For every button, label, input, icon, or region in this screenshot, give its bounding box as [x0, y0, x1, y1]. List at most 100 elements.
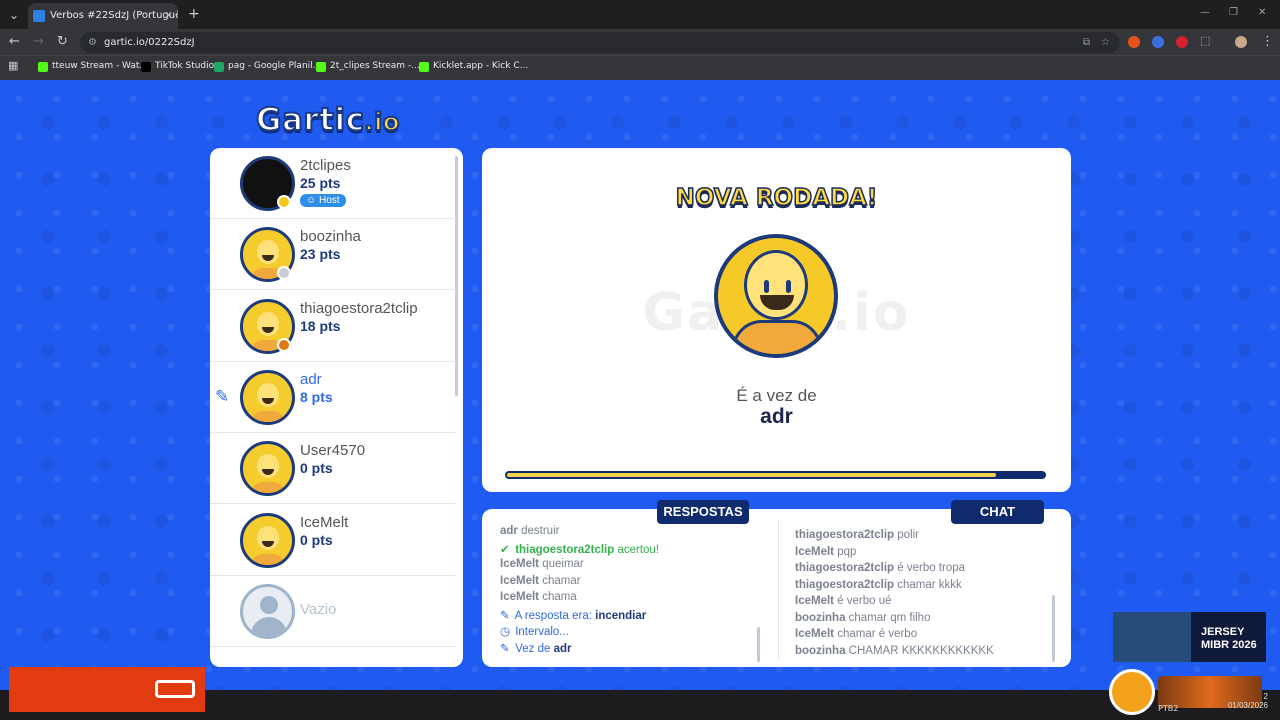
- chat-message: thiagoestora2tclip polir: [795, 529, 919, 541]
- chat-message: thiagoestora2tclip chamar kkkk: [795, 578, 962, 591]
- profile-avatar[interactable]: [1235, 36, 1247, 48]
- toolbar: ← → ↻ ⚙ gartic.io/0222SdzJ ⧉ ☆ ⬚ ⋮: [0, 29, 1280, 55]
- player-row[interactable]: ✎ adr 8 pts: [210, 362, 456, 433]
- address-bar[interactable]: ⚙ gartic.io/0222SdzJ ⧉ ☆: [80, 32, 1120, 53]
- player-name: boozinha: [300, 228, 361, 246]
- bookmark-item[interactable]: tteuw Stream - Wat...: [38, 61, 149, 72]
- cast-icon[interactable]: ⧉: [1083, 32, 1090, 53]
- gartic-favicon-icon: [33, 10, 45, 22]
- extension-icon[interactable]: [1176, 36, 1188, 48]
- chat-message: IceMelt pqp: [795, 545, 857, 558]
- player-row[interactable]: User4570 0 pts: [210, 433, 456, 505]
- answers-scrollbar[interactable]: [757, 627, 760, 662]
- player-avatar: [240, 441, 295, 497]
- language-indicator[interactable]: PTB2: [1158, 704, 1178, 713]
- clock-time: 2: [1263, 692, 1268, 701]
- chat-message-cut: [795, 517, 1055, 529]
- gartic-logo[interactable]: Gartic.io: [255, 101, 400, 142]
- bookmark-item[interactable]: Kicklet.app - Kick C...: [419, 61, 529, 72]
- maximize-icon[interactable]: ❐: [1229, 7, 1238, 18]
- chat-message: IceMelt chamar é verbo: [795, 628, 918, 640]
- sponsor-overlay: JERSEY MIBR 2026: [1113, 612, 1266, 662]
- player-points: 25 pts: [300, 175, 341, 191]
- chat-log: thiagoestora2tclip polir IceMelt pqp thiag…: [795, 517, 1055, 661]
- browser-tab[interactable]: Verbos #22SdzJ (Português) - G ✕: [28, 3, 178, 29]
- new-tab-plus-icon[interactable]: +: [188, 6, 200, 22]
- chat-message: IceMelt é verbo ué: [795, 595, 892, 607]
- menu-dots-icon[interactable]: ⋮: [1261, 34, 1274, 49]
- chat-message: boozinha chamar qm filho: [795, 611, 931, 624]
- drawing-canvas[interactable]: Gartic.io NOVA RODADA! É a vez de adr: [482, 148, 1071, 492]
- chat-scrollbar[interactable]: [1052, 595, 1055, 662]
- answers-chat-panel: RESPOSTAS CHAT adr destruir ✔ thiagoestor…: [482, 500, 1071, 667]
- player-status-dot: [277, 195, 291, 209]
- bookmark-item[interactable]: pag - Google Planil...: [214, 61, 321, 72]
- timer-fill: [507, 473, 996, 477]
- player-avatar: [240, 512, 295, 568]
- jersey-label-2: MIBR 2026: [1201, 639, 1257, 651]
- player-avatar: [240, 369, 295, 425]
- answer-line: IceMelt queimar: [500, 558, 584, 570]
- bookmark-label: TikTok Studio: [155, 61, 215, 71]
- answer-line: ✔ thiagoestora2tclip acertou!: [500, 543, 660, 556]
- logo-suffix: .io: [363, 107, 400, 137]
- player-name: Vazio: [300, 600, 337, 618]
- kick-icon: [38, 62, 48, 72]
- extensions-puzzle-icon[interactable]: ⬚: [1200, 34, 1210, 47]
- system-clock[interactable]: 2 01/03/2026: [1228, 692, 1268, 710]
- tab-title: Verbos #22SdzJ (Português) - G: [50, 10, 178, 21]
- player-row[interactable]: Vazio: [210, 576, 456, 647]
- answer-line: IceMelt chama: [500, 591, 577, 603]
- logo-text: Gartic: [255, 101, 365, 139]
- bookmark-item[interactable]: 2t_clipes Stream -...: [316, 61, 420, 72]
- gartic-game-page: Gartic.io 2tclipes 25 pts ☺ Host boozinha 23…: [0, 80, 1280, 690]
- player-name: User4570: [300, 442, 366, 460]
- round-timer-bar: [505, 471, 1046, 479]
- turn-label: É a vez de: [736, 386, 817, 405]
- player-avatar: [240, 583, 295, 639]
- tiktok-icon: [141, 62, 151, 72]
- bookmark-label: tteuw Stream - Wat...: [52, 61, 149, 71]
- bookmark-label: 2t_clipes Stream -...: [330, 61, 420, 71]
- turn-player-name: adr: [760, 405, 793, 428]
- minimize-icon[interactable]: —: [1200, 7, 1210, 18]
- player-row[interactable]: IceMelt 0 pts: [210, 505, 456, 576]
- clock-date: 01/03/2026: [1227, 701, 1268, 710]
- player-row[interactable]: boozinha 23 pts: [210, 219, 456, 291]
- reload-icon[interactable]: ↻: [57, 34, 68, 49]
- extension-icon[interactable]: [1152, 36, 1164, 48]
- browser-chrome: ⌄ Verbos #22SdzJ (Português) - G ✕ + — ❐…: [0, 0, 1280, 80]
- kicklet-icon: [419, 62, 429, 72]
- extension-icon[interactable]: [1128, 36, 1140, 48]
- back-arrow-icon[interactable]: ←: [9, 34, 20, 49]
- answer-line: ✎ A resposta era: incendiar: [500, 609, 647, 622]
- player-row[interactable]: thiagoestora2tclip 18 pts: [210, 291, 456, 362]
- bookmarks-bar: ▦ tteuw Stream - Wat... TikTok Studio pa…: [0, 55, 1280, 80]
- jersey-label: JERSEY: [1201, 626, 1245, 638]
- pencil-icon: ✎: [500, 609, 510, 622]
- player-points: 0 pts: [300, 531, 333, 548]
- new-round-heading: NOVA RODADA!: [675, 184, 878, 212]
- player-points: 23 pts: [300, 246, 341, 263]
- player-points: 8 pts: [300, 388, 333, 405]
- close-tab-icon[interactable]: ✕: [164, 3, 173, 29]
- stream-overlay-red: [9, 667, 205, 712]
- bookmark-item[interactable]: TikTok Studio: [141, 61, 215, 72]
- bookmark-label: Kicklet.app - Kick C...: [433, 61, 529, 71]
- tab-answers[interactable]: RESPOSTAS: [657, 500, 749, 524]
- close-window-icon[interactable]: ✕: [1258, 7, 1266, 18]
- answer-line: ✎ Vez de adr: [500, 642, 572, 655]
- pencil-icon: ✎: [500, 642, 510, 655]
- answer-line: adr destruir: [500, 525, 560, 537]
- star-bookmark-icon[interactable]: ☆: [1101, 32, 1110, 53]
- apps-grid-icon[interactable]: ▦: [8, 59, 18, 72]
- player-row[interactable]: 2tclipes 25 pts ☺ Host: [210, 148, 456, 219]
- drawer-avatar: [714, 234, 838, 358]
- site-info-icon[interactable]: ⚙: [88, 32, 97, 53]
- sponsor-photo: [1113, 612, 1191, 662]
- streamer-logo: [1109, 669, 1155, 715]
- answer-line: ◷ Intervalo...: [500, 626, 569, 638]
- tab-search-chevron-icon[interactable]: ⌄: [5, 6, 23, 24]
- forward-arrow-icon[interactable]: →: [33, 34, 44, 49]
- player-name: IceMelt: [300, 513, 349, 531]
